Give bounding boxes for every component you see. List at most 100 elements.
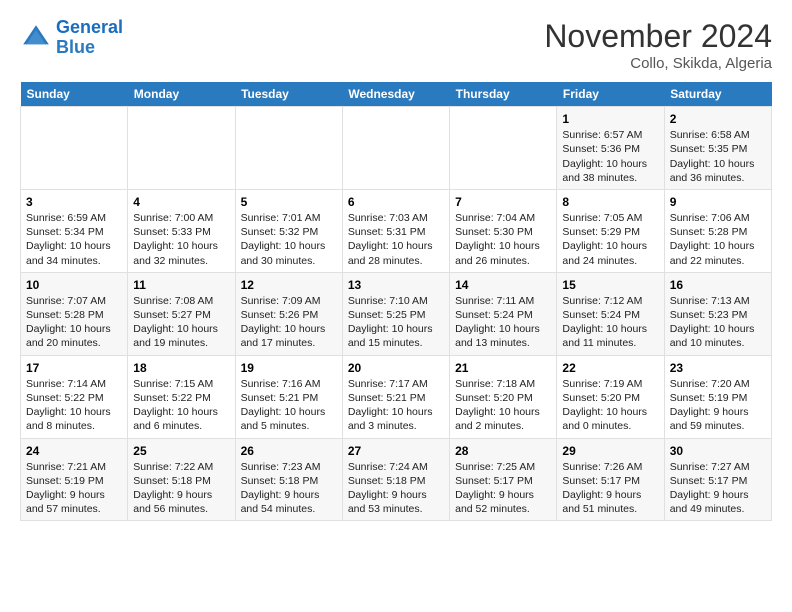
logo-line2: Blue — [56, 37, 95, 57]
day-of-week-header: Saturday — [664, 82, 771, 107]
calendar-cell: 12Sunrise: 7:09 AMSunset: 5:26 PMDayligh… — [235, 272, 342, 355]
calendar-week-row: 24Sunrise: 7:21 AMSunset: 5:19 PMDayligh… — [21, 438, 772, 521]
calendar-header-row: SundayMondayTuesdayWednesdayThursdayFrid… — [21, 82, 772, 107]
calendar-cell: 25Sunrise: 7:22 AMSunset: 5:18 PMDayligh… — [128, 438, 235, 521]
calendar-cell: 6Sunrise: 7:03 AMSunset: 5:31 PMDaylight… — [342, 189, 449, 272]
day-info: Sunrise: 7:18 AMSunset: 5:20 PMDaylight:… — [455, 377, 551, 434]
day-number: 2 — [670, 111, 766, 127]
calendar-cell: 2Sunrise: 6:58 AMSunset: 5:35 PMDaylight… — [664, 107, 771, 190]
calendar-cell — [235, 107, 342, 190]
day-info: Sunrise: 7:17 AMSunset: 5:21 PMDaylight:… — [348, 377, 444, 434]
calendar-cell — [450, 107, 557, 190]
day-number: 23 — [670, 360, 766, 376]
calendar-table: SundayMondayTuesdayWednesdayThursdayFrid… — [20, 82, 772, 521]
day-info: Sunrise: 7:26 AMSunset: 5:17 PMDaylight:… — [562, 460, 658, 517]
day-number: 12 — [241, 277, 337, 293]
calendar-cell: 20Sunrise: 7:17 AMSunset: 5:21 PMDayligh… — [342, 355, 449, 438]
day-info: Sunrise: 7:21 AMSunset: 5:19 PMDaylight:… — [26, 460, 122, 517]
calendar-cell: 8Sunrise: 7:05 AMSunset: 5:29 PMDaylight… — [557, 189, 664, 272]
day-of-week-header: Wednesday — [342, 82, 449, 107]
calendar-cell: 27Sunrise: 7:24 AMSunset: 5:18 PMDayligh… — [342, 438, 449, 521]
calendar-cell: 14Sunrise: 7:11 AMSunset: 5:24 PMDayligh… — [450, 272, 557, 355]
calendar-cell: 7Sunrise: 7:04 AMSunset: 5:30 PMDaylight… — [450, 189, 557, 272]
day-info: Sunrise: 7:03 AMSunset: 5:31 PMDaylight:… — [348, 211, 444, 268]
day-number: 15 — [562, 277, 658, 293]
calendar-cell: 19Sunrise: 7:16 AMSunset: 5:21 PMDayligh… — [235, 355, 342, 438]
logo-text: General Blue — [56, 18, 123, 58]
day-of-week-header: Thursday — [450, 82, 557, 107]
calendar-week-row: 3Sunrise: 6:59 AMSunset: 5:34 PMDaylight… — [21, 189, 772, 272]
day-number: 6 — [348, 194, 444, 210]
day-info: Sunrise: 7:19 AMSunset: 5:20 PMDaylight:… — [562, 377, 658, 434]
day-info: Sunrise: 7:20 AMSunset: 5:19 PMDaylight:… — [670, 377, 766, 434]
day-number: 11 — [133, 277, 229, 293]
day-number: 25 — [133, 443, 229, 459]
day-number: 29 — [562, 443, 658, 459]
day-info: Sunrise: 6:57 AMSunset: 5:36 PMDaylight:… — [562, 128, 658, 185]
day-info: Sunrise: 7:07 AMSunset: 5:28 PMDaylight:… — [26, 294, 122, 351]
calendar-cell: 3Sunrise: 6:59 AMSunset: 5:34 PMDaylight… — [21, 189, 128, 272]
calendar-cell: 24Sunrise: 7:21 AMSunset: 5:19 PMDayligh… — [21, 438, 128, 521]
day-of-week-header: Tuesday — [235, 82, 342, 107]
day-info: Sunrise: 7:12 AMSunset: 5:24 PMDaylight:… — [562, 294, 658, 351]
calendar-cell — [342, 107, 449, 190]
day-number: 8 — [562, 194, 658, 210]
day-info: Sunrise: 7:27 AMSunset: 5:17 PMDaylight:… — [670, 460, 766, 517]
calendar-cell: 10Sunrise: 7:07 AMSunset: 5:28 PMDayligh… — [21, 272, 128, 355]
day-info: Sunrise: 7:09 AMSunset: 5:26 PMDaylight:… — [241, 294, 337, 351]
day-info: Sunrise: 7:08 AMSunset: 5:27 PMDaylight:… — [133, 294, 229, 351]
calendar-cell: 13Sunrise: 7:10 AMSunset: 5:25 PMDayligh… — [342, 272, 449, 355]
calendar-cell: 1Sunrise: 6:57 AMSunset: 5:36 PMDaylight… — [557, 107, 664, 190]
day-number: 26 — [241, 443, 337, 459]
calendar-cell: 22Sunrise: 7:19 AMSunset: 5:20 PMDayligh… — [557, 355, 664, 438]
day-number: 17 — [26, 360, 122, 376]
day-number: 5 — [241, 194, 337, 210]
day-info: Sunrise: 7:25 AMSunset: 5:17 PMDaylight:… — [455, 460, 551, 517]
day-info: Sunrise: 7:06 AMSunset: 5:28 PMDaylight:… — [670, 211, 766, 268]
day-of-week-header: Friday — [557, 82, 664, 107]
day-number: 7 — [455, 194, 551, 210]
logo-icon — [20, 22, 52, 54]
calendar-cell: 23Sunrise: 7:20 AMSunset: 5:19 PMDayligh… — [664, 355, 771, 438]
day-info: Sunrise: 7:16 AMSunset: 5:21 PMDaylight:… — [241, 377, 337, 434]
calendar-cell: 4Sunrise: 7:00 AMSunset: 5:33 PMDaylight… — [128, 189, 235, 272]
day-number: 22 — [562, 360, 658, 376]
calendar-body: 1Sunrise: 6:57 AMSunset: 5:36 PMDaylight… — [21, 107, 772, 521]
calendar-cell: 5Sunrise: 7:01 AMSunset: 5:32 PMDaylight… — [235, 189, 342, 272]
day-number: 18 — [133, 360, 229, 376]
day-number: 9 — [670, 194, 766, 210]
location: Collo, Skikda, Algeria — [544, 55, 772, 72]
day-number: 14 — [455, 277, 551, 293]
day-number: 24 — [26, 443, 122, 459]
title-block: November 2024 Collo, Skikda, Algeria — [544, 18, 772, 72]
day-info: Sunrise: 7:00 AMSunset: 5:33 PMDaylight:… — [133, 211, 229, 268]
day-info: Sunrise: 7:01 AMSunset: 5:32 PMDaylight:… — [241, 211, 337, 268]
logo-line1: General — [56, 17, 123, 37]
day-number: 16 — [670, 277, 766, 293]
logo: General Blue — [20, 18, 123, 58]
day-number: 19 — [241, 360, 337, 376]
day-info: Sunrise: 7:23 AMSunset: 5:18 PMDaylight:… — [241, 460, 337, 517]
calendar-cell — [21, 107, 128, 190]
header: General Blue November 2024 Collo, Skikda… — [20, 18, 772, 72]
calendar-cell — [128, 107, 235, 190]
calendar-cell: 9Sunrise: 7:06 AMSunset: 5:28 PMDaylight… — [664, 189, 771, 272]
day-info: Sunrise: 7:24 AMSunset: 5:18 PMDaylight:… — [348, 460, 444, 517]
day-info: Sunrise: 7:04 AMSunset: 5:30 PMDaylight:… — [455, 211, 551, 268]
day-info: Sunrise: 7:05 AMSunset: 5:29 PMDaylight:… — [562, 211, 658, 268]
day-info: Sunrise: 7:13 AMSunset: 5:23 PMDaylight:… — [670, 294, 766, 351]
day-of-week-header: Sunday — [21, 82, 128, 107]
calendar-cell: 18Sunrise: 7:15 AMSunset: 5:22 PMDayligh… — [128, 355, 235, 438]
calendar-cell: 15Sunrise: 7:12 AMSunset: 5:24 PMDayligh… — [557, 272, 664, 355]
month-title: November 2024 — [544, 18, 772, 55]
day-info: Sunrise: 7:22 AMSunset: 5:18 PMDaylight:… — [133, 460, 229, 517]
calendar-cell: 17Sunrise: 7:14 AMSunset: 5:22 PMDayligh… — [21, 355, 128, 438]
day-number: 1 — [562, 111, 658, 127]
day-number: 30 — [670, 443, 766, 459]
day-number: 4 — [133, 194, 229, 210]
calendar-week-row: 10Sunrise: 7:07 AMSunset: 5:28 PMDayligh… — [21, 272, 772, 355]
calendar-cell: 16Sunrise: 7:13 AMSunset: 5:23 PMDayligh… — [664, 272, 771, 355]
day-number: 28 — [455, 443, 551, 459]
day-number: 21 — [455, 360, 551, 376]
day-number: 10 — [26, 277, 122, 293]
